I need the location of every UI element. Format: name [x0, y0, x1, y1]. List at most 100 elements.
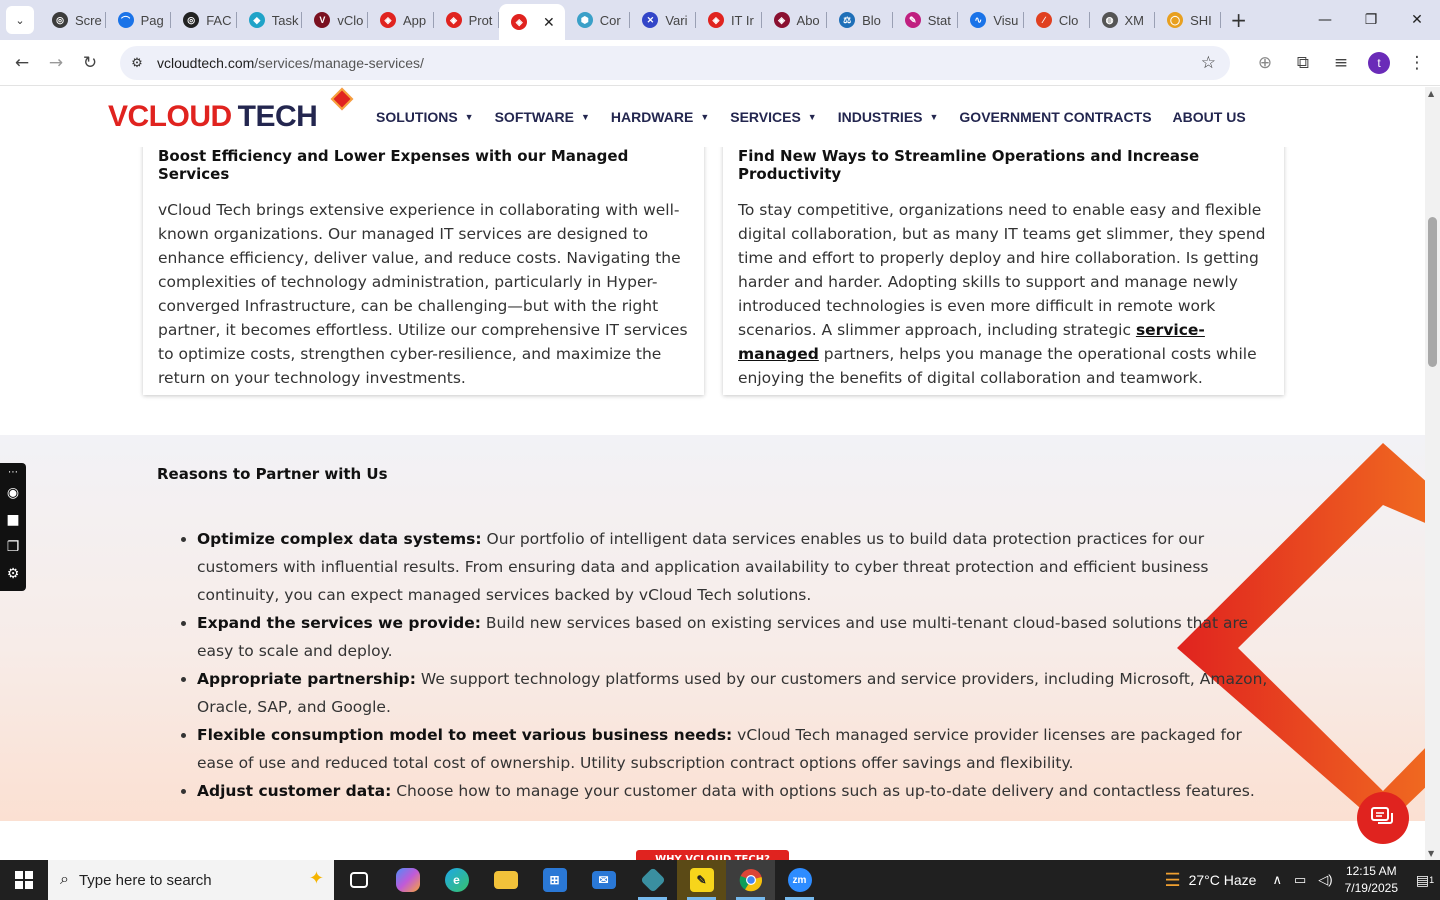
browser-tab[interactable]: ◍ XM: [1090, 0, 1156, 40]
search-icon: ⌕: [60, 871, 69, 888]
browser-tab[interactable]: ◯ SHI: [1155, 0, 1221, 40]
microsoft-store-app[interactable]: ⊞: [530, 860, 579, 900]
tab-favicon-icon: V: [314, 12, 331, 28]
settings-gear-icon[interactable]: ⚙: [7, 560, 20, 587]
nav-industries[interactable]: INDUSTRIES ▼: [838, 109, 939, 125]
nav-about-us[interactable]: ABOUT US: [1173, 109, 1246, 125]
copilot-icon: [395, 868, 420, 892]
window-capture-icon[interactable]: ❐: [7, 533, 20, 560]
start-button[interactable]: [0, 860, 48, 900]
browser-tab[interactable]: ⌒ Pag: [106, 0, 172, 40]
notification-center-button[interactable]: ▤ 1: [1410, 860, 1440, 900]
tab-favicon-icon: ∕: [1035, 12, 1052, 28]
browser-tab[interactable]: ◈ Prot: [434, 0, 500, 40]
browser-tab[interactable]: ◈ App: [368, 0, 434, 40]
sticky-notes-app[interactable]: ✎: [677, 860, 726, 900]
chrome-app[interactable]: [726, 860, 775, 900]
browser-tab[interactable]: ◎ Scre: [40, 0, 106, 40]
reload-icon[interactable]: ↻: [73, 46, 107, 80]
vcloud-tech-logo[interactable]: VCLOUD TECH: [108, 87, 354, 147]
profile-button[interactable]: t: [1362, 46, 1396, 80]
zoom-icon: zm: [787, 868, 812, 892]
scroll-up-arrow-icon[interactable]: ▲: [1428, 89, 1434, 98]
weather-widget[interactable]: ☰ 27°C Haze: [1164, 870, 1256, 891]
taskbar-search-box[interactable]: ⌕ Type here to search ✦: [48, 860, 334, 900]
windows-logo-icon: [15, 871, 33, 889]
camera-icon[interactable]: ◉: [7, 479, 19, 506]
back-icon[interactable]: ←: [5, 46, 39, 80]
tab-list: ◎ Scre ⌒ Pag ◎ FAC ◆ Task VvClo ◈ App ◈ Prot ◈ ✕ ⬢ Cor ✕ V…: [40, 0, 1221, 40]
close-window-button[interactable]: ✕: [1394, 0, 1440, 40]
browser-tab[interactable]: ◈ Abo: [762, 0, 828, 40]
file-explorer-app[interactable]: [481, 860, 530, 900]
tab-favicon-icon: ◆: [248, 12, 265, 28]
video-camera-icon[interactable]: ■: [6, 506, 19, 533]
task-view-button[interactable]: [334, 860, 383, 900]
browser-tab[interactable]: ✎ Stat: [893, 0, 959, 40]
card-boost-efficiency: Boost Efficiency and Lower Expenses with…: [143, 127, 704, 395]
show-hidden-icons-chevron-icon[interactable]: ∧: [1272, 872, 1282, 888]
browser-toolbar: ← → ↻ ⚙ vcloudtech.com/services/manage-s…: [0, 40, 1440, 86]
tab-title: Task: [271, 12, 299, 28]
maximize-button[interactable]: ❐: [1348, 0, 1394, 40]
haze-weather-icon: ☰: [1164, 869, 1181, 890]
reasons-section: Reasons to Partner with Us Optimize comp…: [0, 435, 1425, 821]
vpn-app[interactable]: [628, 860, 677, 900]
url-host: vcloudtech.com: [157, 55, 255, 71]
reason-title: Flexible consumption model to meet vario…: [197, 726, 733, 744]
network-icon[interactable]: ▭: [1294, 872, 1306, 888]
nav-label: SERVICES: [730, 109, 801, 125]
browser-tab[interactable]: ∕ Clo: [1024, 0, 1090, 40]
media-control-icon[interactable]: ≡: [1324, 46, 1358, 80]
menu-kebab-icon[interactable]: ⋮: [1400, 46, 1434, 80]
site-info-icon[interactable]: ⚙: [123, 49, 151, 77]
forward-icon[interactable]: →: [39, 46, 73, 80]
nav-government-contracts[interactable]: GOVERNMENT CONTRACTS: [959, 109, 1151, 125]
chat-widget-button[interactable]: [1357, 792, 1409, 844]
mail-app[interactable]: ✉: [579, 860, 628, 900]
browser-tab[interactable]: ◈ IT Ir: [696, 0, 762, 40]
url-text[interactable]: vcloudtech.com/services/manage-services/: [157, 55, 424, 71]
scrollbar-thumb[interactable]: [1428, 217, 1437, 367]
page-scrollbar[interactable]: ▲ ▼: [1425, 87, 1440, 860]
browser-tab[interactable]: ◎ FAC: [171, 0, 237, 40]
zoom-app[interactable]: zm: [775, 860, 824, 900]
volume-icon[interactable]: ◁): [1318, 872, 1332, 888]
nav-hardware[interactable]: HARDWARE ▼: [611, 109, 709, 125]
bookmark-star-icon[interactable]: ☆: [1201, 53, 1216, 73]
logo-wordmark: VCLOUD TECH: [108, 100, 318, 133]
address-bar[interactable]: ⚙ vcloudtech.com/services/manage-service…: [120, 46, 1230, 80]
browser-tab[interactable]: ⬢ Cor: [565, 0, 631, 40]
url-path: /services/manage-services/: [254, 55, 424, 71]
link-dots-icon[interactable]: ⋯: [8, 465, 18, 479]
browser-tab[interactable]: ⚖ Blo: [827, 0, 893, 40]
edge-icon: e: [444, 868, 469, 892]
browser-tab[interactable]: ✕ Vari: [630, 0, 696, 40]
caret-down-icon: ▼: [807, 112, 817, 122]
clock[interactable]: 12:15 AM 7/19/2025: [1345, 863, 1398, 897]
scroll-down-arrow-icon[interactable]: ▼: [1428, 849, 1434, 858]
nav-software[interactable]: SOFTWARE ▼: [495, 109, 590, 125]
translate-icon[interactable]: ⊕: [1248, 46, 1282, 80]
copilot-app[interactable]: [383, 860, 432, 900]
nav-services[interactable]: SERVICES ▼: [730, 109, 816, 125]
browser-tab[interactable]: ∿ Visu: [958, 0, 1024, 40]
reason-item: Expand the services we provide: Build ne…: [197, 609, 1272, 665]
caret-down-icon: ▼: [929, 112, 939, 122]
tab-active[interactable]: ◈ ✕: [499, 4, 565, 40]
tab-search-button[interactable]: ⌄: [6, 6, 34, 34]
pinned-apps: e ⊞ ✉ ✎ zm: [334, 860, 824, 900]
browser-tab[interactable]: VvClo: [302, 0, 368, 40]
minimize-button[interactable]: —: [1302, 0, 1348, 40]
site-header: VCLOUD TECH SOLUTIONS ▼ SOFTWARE ▼ HARDWARE ▼ S…: [0, 87, 1425, 147]
close-tab-icon[interactable]: ✕: [543, 14, 555, 31]
tab-favicon-icon: ◈: [445, 12, 462, 28]
edge-app[interactable]: e: [432, 860, 481, 900]
extensions-icon[interactable]: ⧉: [1286, 46, 1320, 80]
browser-tab[interactable]: ◆ Task: [237, 0, 303, 40]
tab-title: Cor: [599, 12, 621, 28]
chat-bubble-icon: [1371, 807, 1393, 824]
new-tab-button[interactable]: +: [1225, 6, 1253, 34]
nav-solutions[interactable]: SOLUTIONS ▼: [376, 109, 474, 125]
chrome-icon: [739, 869, 762, 892]
